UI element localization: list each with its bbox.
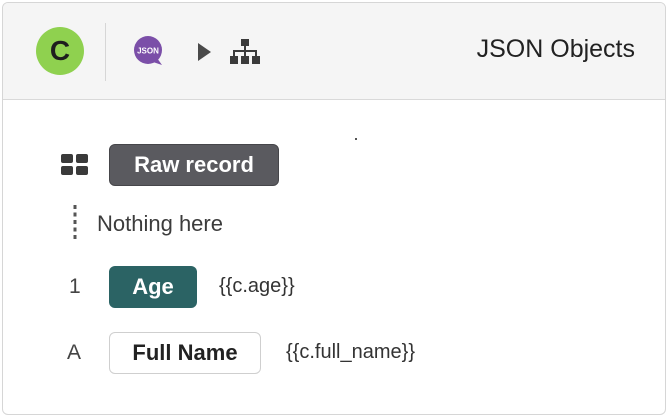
field-type-marker <box>61 140 91 190</box>
page-title: JSON Objects <box>476 35 635 63</box>
text-type-marker: A <box>67 341 82 364</box>
full-name-expression: {{c.full_name}} <box>286 341 415 363</box>
json-badge-text: JSON <box>137 47 159 56</box>
avatar[interactable]: C <box>36 27 84 75</box>
panel-header: C JSON JSON Objects <box>3 3 665 100</box>
empty-message: Nothing here <box>97 211 223 236</box>
grid-icon <box>61 154 88 175</box>
field-row-full-name: A Full Name {{c.full_name}} <box>3 328 665 378</box>
full-name-field-pill[interactable]: Full Name <box>109 332 261 374</box>
age-expression: {{c.age}} <box>219 275 295 297</box>
header-divider <box>105 23 106 81</box>
age-field-pill[interactable]: Age <box>109 266 197 308</box>
vertical-dots-icon <box>73 205 77 239</box>
field-row-empty: Nothing here <box>3 201 665 251</box>
number-type-marker: 1 <box>69 275 81 298</box>
raw-record-pill[interactable]: Raw record <box>109 144 279 186</box>
json-objects-panel: C JSON JSON Objects Raw record Nothing h… <box>2 2 666 415</box>
json-app-icon[interactable]: JSON <box>131 34 165 68</box>
field-row-age: 1 Age {{c.age}} <box>3 262 665 312</box>
field-row-raw-record: Raw record <box>3 140 665 190</box>
play-icon[interactable] <box>198 43 211 61</box>
hierarchy-icon[interactable] <box>229 39 261 65</box>
